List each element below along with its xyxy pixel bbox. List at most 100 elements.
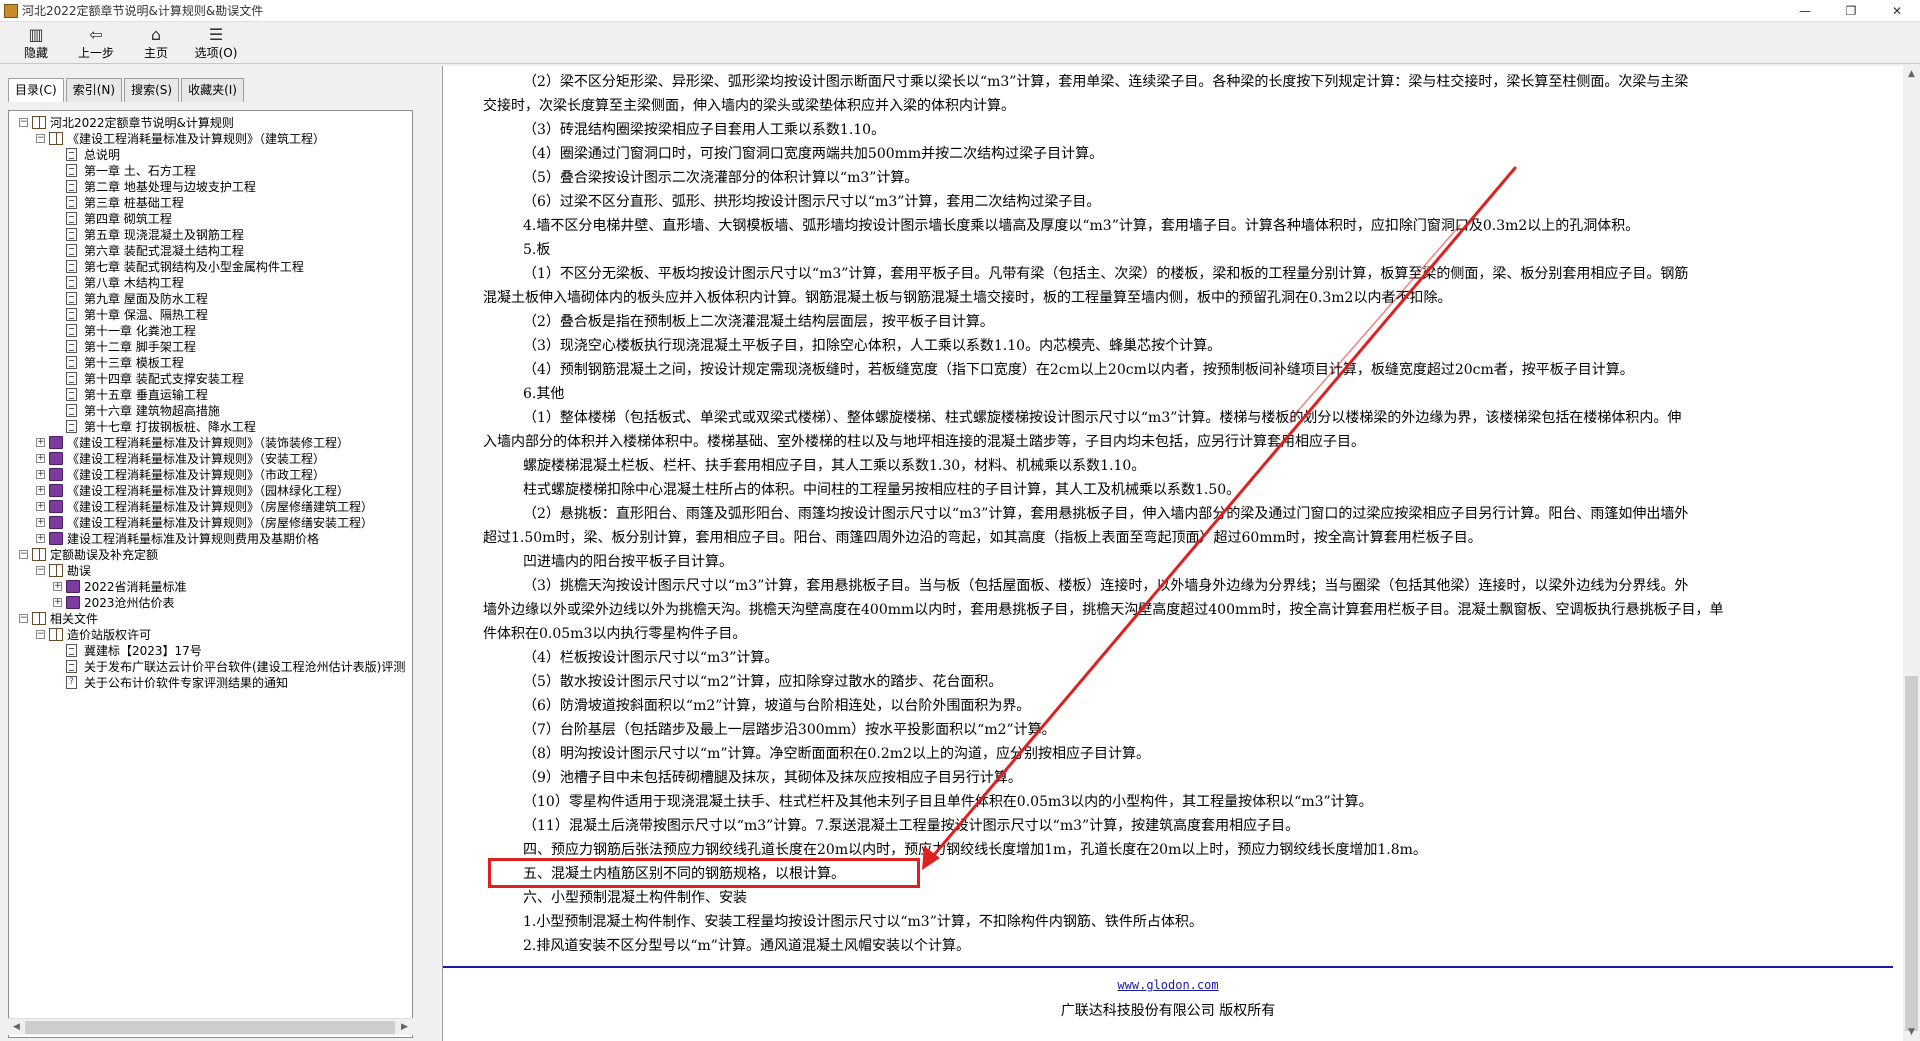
tree-node-label[interactable]: 冀建标【2023】17号 [84, 643, 202, 659]
tree-node[interactable]: 第八章 木结构工程 [9, 275, 412, 291]
tree-node-label[interactable]: 第七章 装配式钢结构及小型金属构件工程 [84, 259, 304, 275]
tree-node-label[interactable]: 《建设工程消耗量标准及计算规则》（房屋修缮安装工程） [67, 515, 373, 531]
tree-node-label[interactable]: 第十六章 建筑物超高措施 [84, 403, 220, 419]
tree-node-label[interactable]: 第三章 桩基础工程 [84, 195, 184, 211]
scroll-down-icon[interactable]: ▼ [1903, 1024, 1920, 1041]
tree-node-label[interactable]: 《建设工程消耗量标准及计算规则》（房屋修缮建筑工程） [67, 499, 373, 515]
expand-icon[interactable]: + [53, 582, 62, 591]
options-button[interactable]: ☰ 选项(O) [186, 22, 246, 64]
scroll-right-icon[interactable]: ▶ [396, 1019, 413, 1036]
expand-icon[interactable]: + [36, 486, 45, 495]
tree-node[interactable]: 关于发布广联达云计价平台软件(建设工程沧州估计表版)评测 [9, 659, 412, 675]
content-vertical-scrollbar[interactable]: ▲ ▼ [1903, 66, 1920, 1041]
tree-node[interactable]: 第四章 砌筑工程 [9, 211, 412, 227]
collapse-icon[interactable]: − [19, 614, 28, 623]
tree-node-label[interactable]: 《建设工程消耗量标准及计算规则》（园林绿化工程） [67, 483, 349, 499]
tree-node-label[interactable]: 第二章 地基处理与边坡支护工程 [84, 179, 256, 195]
tree-node-label[interactable]: 《建设工程消耗量标准及计算规则》（安装工程） [67, 451, 325, 467]
tree-node-label[interactable]: 定额勘误及补充定额 [50, 547, 158, 563]
tab-favorites[interactable]: 收藏夹(I) [181, 78, 244, 102]
tree-node[interactable]: 第二章 地基处理与边坡支护工程 [9, 179, 412, 195]
restore-button[interactable]: ❐ [1828, 0, 1874, 22]
tree-node[interactable]: − 定额勘误及补充定额 [9, 547, 412, 563]
tree-node-label[interactable]: 第十二章 脚手架工程 [84, 339, 196, 355]
tree-node[interactable]: +2023沧州估价表 [9, 595, 412, 611]
tree-node-label[interactable]: 第十四章 装配式支撑安装工程 [84, 371, 244, 387]
tree-node-label[interactable]: 第十七章 打拔钢板桩、降水工程 [84, 419, 256, 435]
scrollbar-thumb[interactable] [25, 1021, 395, 1034]
tree-node-label[interactable]: 《建设工程消耗量标准及计算规则》（建筑工程） [67, 131, 325, 147]
tree-node[interactable]: + 《建设工程消耗量标准及计算规则》（房屋修缮安装工程） [9, 515, 412, 531]
tree-node-label[interactable]: 第五章 现浇混凝土及钢筋工程 [84, 227, 244, 243]
tree-node-label[interactable]: 第十一章 化粪池工程 [84, 323, 196, 339]
tab-search[interactable]: 搜索(S) [124, 78, 180, 102]
tree-node-label[interactable]: 造价站版权许可 [67, 627, 151, 643]
expand-icon[interactable]: + [36, 502, 45, 511]
tree-node[interactable]: 第一章 土、石方工程 [9, 163, 412, 179]
tree-node[interactable]: + 《建设工程消耗量标准及计算规则》（园林绿化工程） [9, 483, 412, 499]
tree-node[interactable]: + 建设工程消耗量标准及计算规则费用及基期价格 [9, 531, 412, 547]
tree-node-label[interactable]: 第九章 屋面及防水工程 [84, 291, 208, 307]
expand-icon[interactable]: + [36, 454, 45, 463]
back-button[interactable]: ⇦ 上一步 [66, 22, 126, 64]
tree-node[interactable]: − 《建设工程消耗量标准及计算规则》（建筑工程） [9, 131, 412, 147]
tree-node[interactable]: 第十三章 模板工程 [9, 355, 412, 371]
pane-splitter[interactable] [430, 66, 442, 1041]
tree-node[interactable]: + 《建设工程消耗量标准及计算规则》（安装工程） [9, 451, 412, 467]
tree-node[interactable]: − 河北2022定额章节说明&计算规则 [9, 115, 412, 131]
tree-node[interactable]: +2022省消耗量标准 [9, 579, 412, 595]
scrollbar-thumb[interactable] [1905, 676, 1918, 1031]
tab-index[interactable]: 索引(N) [65, 78, 123, 102]
scroll-left-icon[interactable]: ◀ [8, 1019, 25, 1036]
tree-node[interactable]: 第十七章 打拔钢板桩、降水工程 [9, 419, 412, 435]
tree-node[interactable]: 第十四章 装配式支撑安装工程 [9, 371, 412, 387]
tree-node-label[interactable]: 建设工程消耗量标准及计算规则费用及基期价格 [67, 531, 319, 547]
tree-node[interactable]: 第六章 装配式混凝土结构工程 [9, 243, 412, 259]
tree-node-label[interactable]: 第八章 木结构工程 [84, 275, 184, 291]
tree-node-label[interactable]: 第十章 保温、隔热工程 [84, 307, 208, 323]
tree-node-label[interactable]: 关于公布计价软件专家评测结果的通知 [84, 675, 288, 691]
tree-node-label[interactable]: 河北2022定额章节说明&计算规则 [50, 115, 234, 131]
tree-node-label[interactable]: 第六章 装配式混凝土结构工程 [84, 243, 244, 259]
tree-horizontal-scrollbar[interactable]: ◀ ▶ [8, 1018, 413, 1035]
tree-node-label[interactable]: 第十三章 模板工程 [84, 355, 184, 371]
tree-node-label[interactable]: 勘误 [67, 563, 91, 579]
tree-node[interactable]: − 勘误 [9, 563, 412, 579]
tree-node-label[interactable]: 2023沧州估价表 [84, 595, 175, 611]
hide-button[interactable]: ▥ 隐藏 [6, 22, 66, 64]
tree-node[interactable]: ? 关于公布计价软件专家评测结果的通知 [9, 675, 412, 691]
tab-contents[interactable]: 目录(C) [8, 78, 64, 102]
scroll-up-icon[interactable]: ▲ [1903, 66, 1920, 83]
tree-node-label[interactable]: 2022省消耗量标准 [84, 579, 187, 595]
tree-node-label[interactable]: 第十五章 垂直运输工程 [84, 387, 208, 403]
tree-node[interactable]: 第十一章 化粪池工程 [9, 323, 412, 339]
collapse-icon[interactable]: − [19, 118, 28, 127]
tree-node-label[interactable]: 第四章 砌筑工程 [84, 211, 172, 227]
expand-icon[interactable]: + [36, 470, 45, 479]
collapse-icon[interactable]: − [36, 630, 45, 639]
tree-node[interactable]: 第七章 装配式钢结构及小型金属构件工程 [9, 259, 412, 275]
tree-node-label[interactable]: 第一章 土、石方工程 [84, 163, 196, 179]
close-button[interactable]: ✕ [1874, 0, 1920, 22]
minimize-button[interactable]: — [1782, 0, 1828, 22]
tree-node[interactable]: 第十章 保温、隔热工程 [9, 307, 412, 323]
tree-node[interactable]: 第十六章 建筑物超高措施 [9, 403, 412, 419]
collapse-icon[interactable]: − [36, 134, 45, 143]
expand-icon[interactable]: + [36, 518, 45, 527]
collapse-icon[interactable]: − [19, 550, 28, 559]
tree-node[interactable]: 冀建标【2023】17号 [9, 643, 412, 659]
tree-node-label[interactable]: 《建设工程消耗量标准及计算规则》（装饰装修工程） [67, 435, 349, 451]
expand-icon[interactable]: + [36, 534, 45, 543]
tree-node-label[interactable]: 相关文件 [50, 611, 98, 627]
glodon-link[interactable]: www.glodon.com [443, 978, 1893, 992]
tree-node-label[interactable]: 总说明 [84, 147, 120, 163]
tree-node[interactable]: 第三章 桩基础工程 [9, 195, 412, 211]
tree-node[interactable]: 第五章 现浇混凝土及钢筋工程 [9, 227, 412, 243]
expand-icon[interactable]: + [53, 598, 62, 607]
tree-node[interactable]: 第十二章 脚手架工程 [9, 339, 412, 355]
tree-node[interactable]: + 《建设工程消耗量标准及计算规则》（装饰装修工程） [9, 435, 412, 451]
tree-node[interactable]: 总说明 [9, 147, 412, 163]
tree-node[interactable]: + 《建设工程消耗量标准及计算规则》（市政工程） [9, 467, 412, 483]
tree-node[interactable]: 第九章 屋面及防水工程 [9, 291, 412, 307]
collapse-icon[interactable]: − [36, 566, 45, 575]
